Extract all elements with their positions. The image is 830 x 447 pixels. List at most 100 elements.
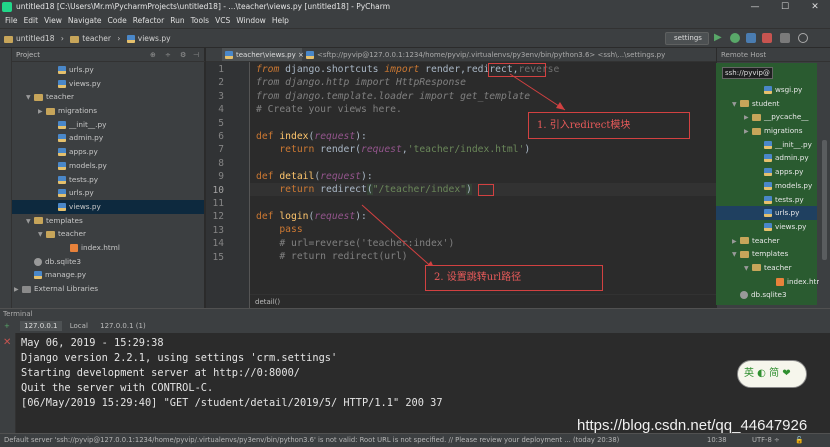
breadcrumb-teacher[interactable]: teacher (70, 34, 111, 43)
project-item[interactable]: ▶ External Libraries (0, 282, 204, 296)
file-encoding[interactable]: UTF-8 ÷ (752, 434, 780, 447)
remote-item[interactable]: wsgi.py (716, 83, 817, 97)
chevron-down-icon[interactable]: ▼ (744, 262, 752, 276)
chevron-right-icon[interactable]: ▶ (744, 111, 752, 125)
collapse-all-icon[interactable]: ⊕ (150, 48, 156, 62)
remote-item[interactable]: apps.py (716, 165, 817, 179)
remote-item-label: teacher (752, 235, 780, 245)
line-number: 13 (212, 224, 224, 236)
remote-host-select[interactable]: ssh://pyvip@ (722, 67, 773, 79)
menu-refactor[interactable]: Refactor (133, 16, 164, 25)
menu-help[interactable]: Help (272, 16, 289, 25)
project-item[interactable]: index.html (0, 241, 204, 255)
editor-tabs: teacher\views.py × <sftp://pyvip@127.0.0… (206, 48, 716, 62)
menu-code[interactable]: Code (108, 16, 127, 25)
project-item[interactable]: ▶ migrations (0, 104, 204, 118)
project-item[interactable]: ▼ teacher (0, 227, 204, 241)
remote-item[interactable]: admin.py (716, 151, 817, 165)
close-session-icon[interactable]: ✕ (0, 337, 15, 348)
tab-settings-py-label: <sftp://pyvip@127.0.0.1:1234/home/pyvip/… (317, 51, 666, 59)
menu-view[interactable]: View (44, 16, 62, 25)
new-session-icon[interactable]: + (4, 322, 10, 330)
code-breadcrumb[interactable]: detail() (250, 294, 716, 308)
line-number: 3 (218, 90, 224, 102)
chevron-down-icon[interactable]: ▼ (732, 248, 740, 262)
project-header-label[interactable]: Project (16, 51, 40, 59)
chevron-right-icon[interactable]: ▶ (744, 125, 752, 139)
debug-icon[interactable] (730, 33, 740, 43)
terminal-tab-2[interactable]: 127.0.0.1 (1) (96, 321, 150, 331)
project-item[interactable]: urls.py (0, 63, 204, 77)
remote-item[interactable]: ▶ migrations (716, 124, 817, 138)
chevron-down-icon[interactable]: ▼ (26, 215, 34, 229)
settings-gear-icon[interactable]: ⚙ (180, 48, 186, 62)
remote-item[interactable]: ▶ teacher (716, 234, 817, 248)
menu-tools[interactable]: Tools (191, 16, 209, 25)
remote-item[interactable]: tests.py (716, 193, 817, 207)
remote-item[interactable]: ▶ __pycache__ (716, 110, 817, 124)
project-item[interactable]: manage.py (0, 268, 204, 282)
annotation-set-redirect-url: 2. 设置跳转url路径 (425, 265, 603, 291)
status-message[interactable]: Default server 'ssh://pyvip@127.0.0.1:12… (4, 434, 694, 447)
remote-scrollbar-thumb[interactable] (822, 140, 827, 260)
run-configuration-select[interactable]: settings (665, 32, 709, 45)
project-item[interactable]: views.py (0, 199, 204, 214)
hide-panel-icon[interactable]: ⊣ (193, 48, 199, 62)
menu-window[interactable]: Window (236, 16, 266, 25)
chevron-right-icon[interactable]: ▶ (14, 283, 22, 297)
project-item[interactable]: apps.py (0, 145, 204, 159)
chevron-right-icon[interactable]: ▶ (732, 235, 740, 249)
project-structure-icon[interactable] (780, 33, 790, 43)
terminal-tab-local[interactable]: Local (66, 321, 92, 331)
remote-host-header: Remote Host (717, 48, 830, 62)
project-item[interactable]: db.sqlite3 (0, 255, 204, 269)
remote-item[interactable]: db.sqlite3 (716, 288, 817, 302)
project-item[interactable]: tests.py (0, 173, 204, 187)
project-item[interactable]: ▼ templates (0, 214, 204, 228)
coverage-icon[interactable] (746, 33, 756, 43)
project-item[interactable]: __init__.py (0, 118, 204, 132)
close-tab-icon[interactable]: × (298, 51, 304, 59)
chevron-right-icon[interactable]: ▶ (38, 105, 46, 119)
scroll-from-source-icon[interactable]: ÷ (165, 48, 171, 62)
remote-item[interactable]: index.html (716, 275, 825, 289)
menu-vcs[interactable]: VCS (215, 16, 230, 25)
remote-item[interactable]: ▼ student (716, 97, 817, 111)
lock-icon[interactable]: 🔓 (795, 434, 803, 447)
menu-edit[interactable]: Edit (24, 16, 39, 25)
project-item[interactable]: models.py (0, 159, 204, 173)
minimize-button[interactable]: — (740, 0, 770, 14)
cursor-position[interactable]: 10:38 (707, 434, 727, 447)
menu-run[interactable]: Run (170, 16, 184, 25)
chevron-down-icon[interactable]: ▼ (38, 228, 46, 242)
folder-icon (740, 250, 749, 258)
maximize-button[interactable]: ☐ (770, 0, 800, 14)
close-button[interactable]: ✕ (800, 0, 830, 14)
remote-item[interactable]: urls.py (716, 206, 817, 220)
project-item[interactable]: ▼ teacher (0, 90, 204, 104)
project-panel-header: Project ⊕ ÷ ⚙ ⊣ (0, 48, 205, 62)
breadcrumb-project[interactable]: untitled18 (4, 34, 54, 43)
menu-bar: File Edit View Navigate Code Refactor Run Tools… (0, 14, 830, 28)
menu-navigate[interactable]: Navigate (68, 16, 102, 25)
stop-icon[interactable] (762, 33, 772, 43)
terminal-tab-1[interactable]: 127.0.0.1 (20, 321, 62, 331)
project-item[interactable]: views.py (0, 77, 204, 91)
breadcrumb-views[interactable]: views.py (126, 34, 171, 43)
remote-item[interactable]: models.py (716, 179, 817, 193)
menu-file[interactable]: File (5, 16, 18, 25)
remote-item[interactable]: ▼ templates (716, 247, 817, 261)
remote-item[interactable]: views.py (716, 220, 817, 234)
remote-item-label: student (752, 98, 780, 108)
project-item[interactable]: urls.py (0, 186, 204, 200)
project-item[interactable]: admin.py (0, 131, 204, 145)
chevron-down-icon[interactable]: ▼ (26, 91, 34, 105)
remote-tree: wsgi.py ▼ student ▶ __pycache__ ▶ migrations __… (716, 63, 825, 305)
remote-item[interactable]: ▼ teacher (716, 261, 817, 275)
run-icon[interactable]: ▶ (714, 33, 724, 43)
search-everywhere-icon[interactable] (798, 33, 808, 43)
tab-settings-py[interactable]: <sftp://pyvip@127.0.0.1:1234/home/pyvip/… (306, 48, 716, 61)
remote-item[interactable]: __init__.py (716, 138, 817, 152)
chevron-down-icon[interactable]: ▼ (732, 98, 740, 112)
tab-views-py[interactable]: teacher\views.py × (222, 48, 304, 61)
